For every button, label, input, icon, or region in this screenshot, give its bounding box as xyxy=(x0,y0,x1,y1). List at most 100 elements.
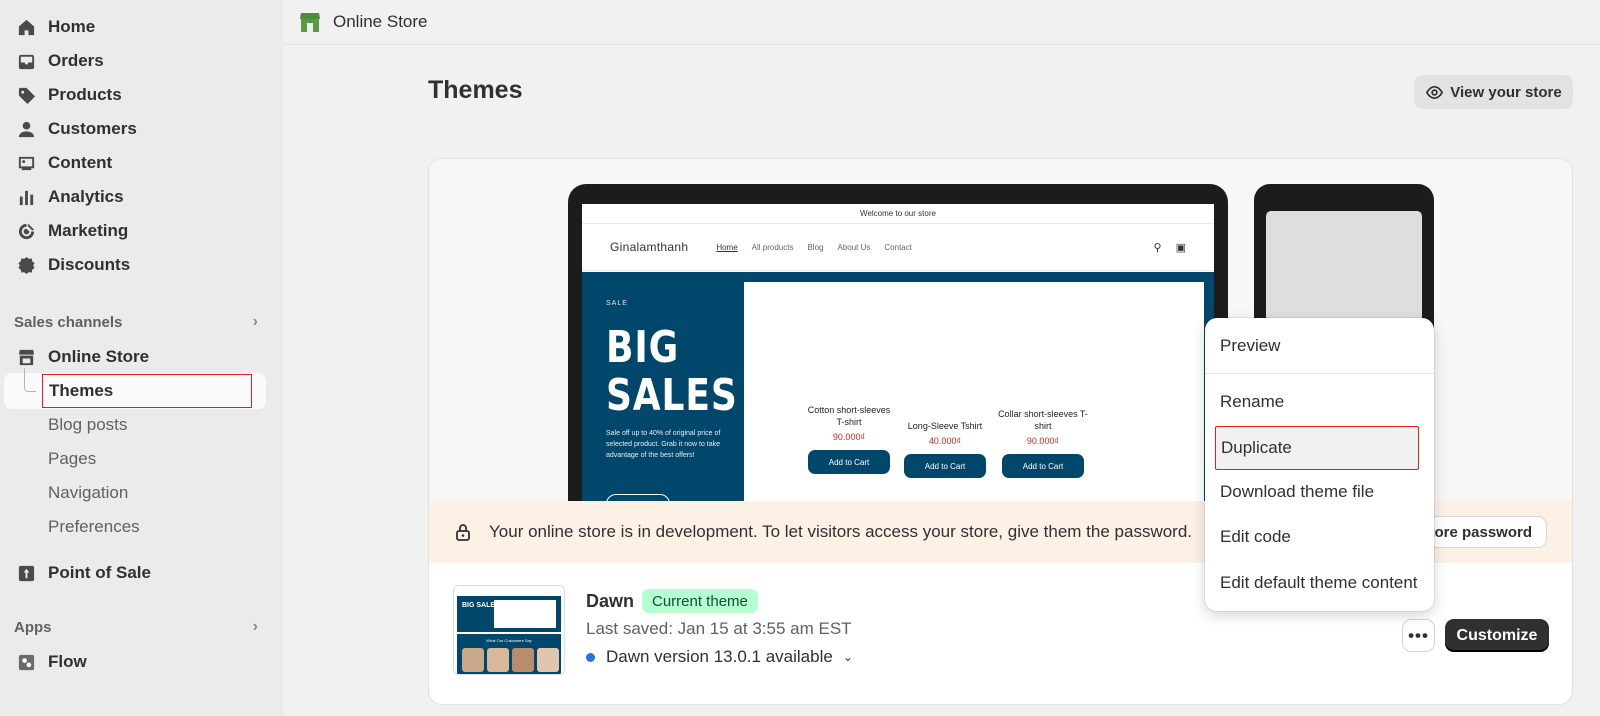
pos-icon xyxy=(16,563,36,583)
sidebar: Home Orders Products Customers Content A… xyxy=(0,0,283,716)
sub-item-navigation[interactable]: Navigation xyxy=(48,476,258,510)
menu-item-download-theme-file[interactable]: Download theme file xyxy=(1205,472,1434,512)
menu-item-rename[interactable]: Rename xyxy=(1205,382,1434,422)
thumb-faces xyxy=(462,648,559,672)
store-logo: Ginalamthanh xyxy=(610,240,689,254)
apps-label: Apps xyxy=(14,618,52,636)
product-price: 40.000₫ xyxy=(928,436,962,446)
nav-marketing[interactable]: Marketing xyxy=(0,214,270,248)
nav-online-store-label: Online Store xyxy=(48,347,150,366)
version-text: Dawn version 13.0.1 available xyxy=(606,647,833,666)
nav-home-label: Home xyxy=(48,17,96,36)
hero-description: Sale off up to 40% of original price of … xyxy=(606,430,721,459)
sub-item-preferences[interactable]: Preferences xyxy=(48,510,258,544)
tag-icon xyxy=(16,85,36,105)
nav-products-label: Products xyxy=(48,85,122,104)
view-store-button[interactable]: View your store xyxy=(1414,75,1573,109)
product-price: 90.000₫ xyxy=(832,432,866,442)
hero-title-line-1: BIG xyxy=(606,322,680,373)
sales-channels-label: Sales channels xyxy=(14,313,123,331)
sales-channels-header[interactable]: Sales channels › xyxy=(14,310,264,334)
store-header: Ginalamthanh Home All products Blog Abou… xyxy=(582,224,1214,271)
search-icon: ⚲ xyxy=(1153,241,1162,254)
version-dropdown[interactable]: Dawn version 13.0.1 available ⌄ xyxy=(586,647,853,667)
nav-analytics-label: Analytics xyxy=(48,187,124,206)
bar-chart-icon xyxy=(16,187,36,207)
store-nav-item: Home xyxy=(716,242,738,252)
product-card: Cotton short-sleeves T-shirt 90.000₫ Add… xyxy=(804,402,894,474)
nav-flow-label: Flow xyxy=(48,652,87,671)
store-nav: Home All products Blog About Us Contact xyxy=(716,243,912,252)
more-actions-button[interactable]: ••• xyxy=(1402,619,1435,652)
development-banner-text: Your online store is in development. To … xyxy=(489,522,1193,541)
chevron-right-icon: › xyxy=(252,313,258,330)
menu-divider xyxy=(1205,373,1434,374)
cart-icon: ▣ xyxy=(1175,241,1186,254)
hero-banner: SALE BIG SALES Sale off up to 40% of ori… xyxy=(582,272,1214,514)
tree-connector xyxy=(24,368,36,392)
theme-actions-menu: Preview Rename Duplicate Download theme … xyxy=(1205,318,1434,611)
online-store-icon xyxy=(300,13,320,32)
discount-icon xyxy=(16,255,36,275)
product-name: Cotton short-sleeves T-shirt xyxy=(807,405,891,427)
image-icon xyxy=(16,153,36,173)
nav-orders-label: Orders xyxy=(48,51,104,70)
add-to-cart-button: Add to Cart xyxy=(808,450,890,474)
desktop-screen: Welcome to our store Ginalamthanh Home A… xyxy=(582,204,1214,514)
add-to-cart-button: Add to Cart xyxy=(904,454,986,478)
hero-title: BIG SALES xyxy=(606,324,738,420)
products-panel: Cotton short-sleeves T-shirt 90.000₫ Add… xyxy=(744,282,1204,514)
customize-button[interactable]: Customize xyxy=(1445,619,1549,652)
nav-home[interactable]: Home xyxy=(0,10,270,44)
nav-content[interactable]: Content xyxy=(0,146,270,180)
thumb-products xyxy=(494,600,556,628)
store-nav-item: Blog xyxy=(807,242,824,252)
sub-item-pages[interactable]: Pages xyxy=(48,442,258,476)
chevron-right-icon: › xyxy=(252,618,258,635)
menu-item-edit-code[interactable]: Edit code xyxy=(1205,517,1434,557)
product-name: Long-Sleeve Tshirt xyxy=(907,421,983,431)
add-to-cart-button: Add to Cart xyxy=(1002,454,1084,478)
store-nav-item: All products xyxy=(751,242,794,252)
nav-products[interactable]: Products xyxy=(0,78,270,112)
menu-item-edit-default-theme-content[interactable]: Edit default theme content xyxy=(1205,563,1434,603)
last-saved-text: Last saved: Jan 15 at 3:55 am EST xyxy=(586,619,852,638)
nav-orders[interactable]: Orders xyxy=(0,44,270,78)
chevron-down-icon: ⌄ xyxy=(842,650,853,664)
current-theme-badge: Current theme xyxy=(642,589,758,613)
nav-online-store[interactable]: Online Store xyxy=(0,340,270,374)
announcement-bar: Welcome to our store xyxy=(582,204,1214,224)
store-nav-item: Contact xyxy=(884,242,912,252)
product-card: Collar short-sleeves T-shirt 90.000₫ Add… xyxy=(998,406,1088,478)
theme-name: Dawn xyxy=(586,591,635,611)
sub-item-blog-posts[interactable]: Blog posts xyxy=(48,408,258,442)
theme-thumbnail: BIG SALES What Our Customers Say xyxy=(453,585,565,675)
nav-marketing-label: Marketing xyxy=(48,221,129,240)
menu-item-duplicate[interactable]: Duplicate xyxy=(1215,426,1419,470)
status-dot-icon xyxy=(586,652,595,662)
nav-discounts-label: Discounts xyxy=(48,255,131,274)
apps-header[interactable]: Apps › xyxy=(14,615,264,639)
nav-point-of-sale-label: Point of Sale xyxy=(48,563,151,582)
product-card: Long-Sleeve Tshirt 40.000₫ Add to Cart xyxy=(900,406,990,478)
desktop-preview: Welcome to our store Ginalamthanh Home A… xyxy=(568,184,1228,514)
view-store-label: View your store xyxy=(1450,83,1562,101)
store-icon xyxy=(16,347,36,367)
nav-discounts[interactable]: Discounts xyxy=(0,248,270,282)
menu-item-preview[interactable]: Preview xyxy=(1205,326,1434,366)
product-price: 90.000₫ xyxy=(1026,436,1060,446)
nav-analytics[interactable]: Analytics xyxy=(0,180,270,214)
inbox-icon xyxy=(16,51,36,71)
nav-point-of-sale[interactable]: Point of Sale xyxy=(0,556,270,590)
store-nav-item: About Us xyxy=(837,242,871,252)
store-header-icons: ⚲ ▣ xyxy=(1154,241,1186,254)
nav-customers[interactable]: Customers xyxy=(0,112,270,146)
flow-icon xyxy=(16,652,36,672)
nav-flow[interactable]: Flow xyxy=(0,645,270,679)
top-bar: Online Store xyxy=(283,0,1600,45)
hero-title-line-2: SALES xyxy=(606,370,738,421)
sub-item-themes[interactable]: Themes xyxy=(42,374,252,408)
lock-icon xyxy=(456,524,470,541)
eye-icon xyxy=(1426,85,1444,99)
top-bar-title: Online Store xyxy=(333,12,428,31)
